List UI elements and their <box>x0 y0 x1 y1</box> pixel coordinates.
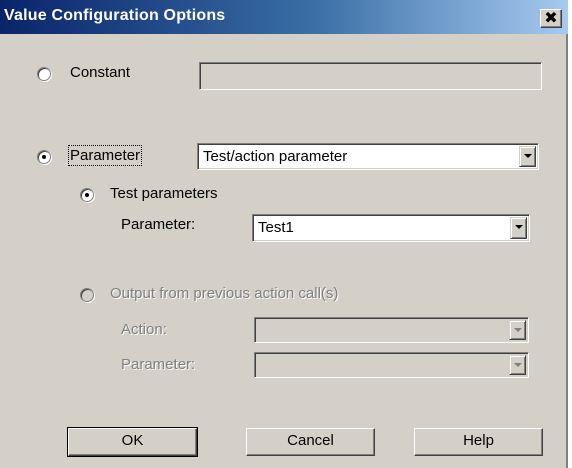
close-button[interactable]: ✖ <box>540 8 562 28</box>
action-dropdown-button <box>509 320 526 340</box>
constant-value-field <box>199 62 542 90</box>
test-parameter-dropdown-button[interactable] <box>510 217 527 239</box>
title-bar[interactable]: Value Configuration Options ✖ <box>0 0 568 34</box>
parameter-label[interactable]: Parameter <box>67 145 143 166</box>
test-parameter-value: Test1 <box>258 219 294 236</box>
test-parameters-label[interactable]: Test parameters <box>110 185 218 202</box>
help-button[interactable]: Help <box>414 428 543 456</box>
ok-button[interactable]: OK <box>67 427 198 457</box>
parameter-type-value: Test/action parameter <box>203 148 348 165</box>
test-parameter-label: Parameter: <box>121 216 196 233</box>
parameter-radio[interactable] <box>37 150 51 164</box>
value-configuration-dialog: Value Configuration Options ✖ Constant P… <box>0 0 568 468</box>
radio-selected-dot <box>42 155 46 159</box>
output-parameter-select <box>254 352 529 378</box>
test-parameters-radio[interactable] <box>80 188 94 202</box>
output-parameter-label: Parameter: <box>121 356 196 373</box>
chevron-down-icon <box>514 363 522 367</box>
output-parameter-dropdown-button <box>509 355 526 375</box>
close-icon: ✖ <box>544 8 558 27</box>
parameter-type-select[interactable]: Test/action parameter <box>197 143 539 170</box>
dialog-title: Value Configuration Options <box>4 7 226 24</box>
constant-label[interactable]: Constant <box>70 64 130 81</box>
chevron-down-icon <box>524 154 532 158</box>
parameter-type-dropdown-button[interactable] <box>519 146 536 167</box>
chevron-down-icon <box>515 225 523 229</box>
output-previous-radio <box>80 288 94 302</box>
action-label: Action: <box>121 321 167 338</box>
action-select <box>254 317 529 343</box>
cancel-button[interactable]: Cancel <box>246 428 375 456</box>
test-parameter-select[interactable]: Test1 <box>252 214 530 242</box>
constant-radio[interactable] <box>37 67 51 81</box>
radio-selected-dot <box>85 193 89 197</box>
chevron-down-icon <box>514 328 522 332</box>
output-previous-label: Output from previous action call(s) <box>110 285 339 302</box>
